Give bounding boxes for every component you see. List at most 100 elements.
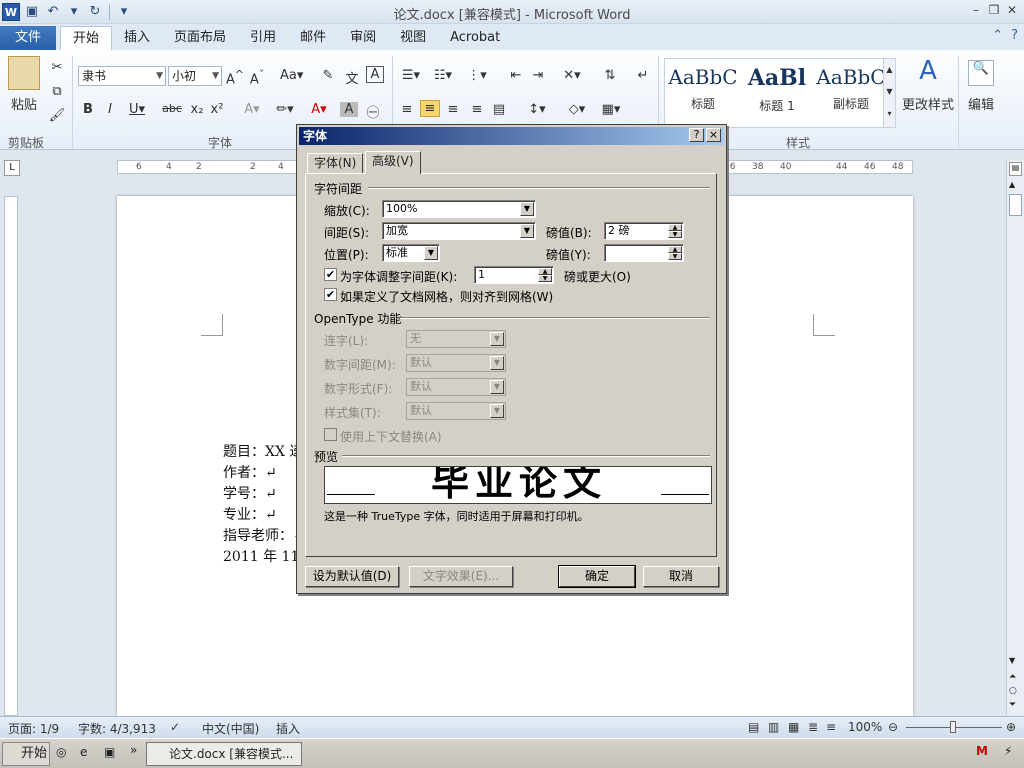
quicklaunch-ie-icon[interactable]: e — [80, 745, 87, 759]
italic-icon[interactable]: I — [102, 102, 118, 117]
zoom-out-icon[interactable]: ⊖ — [888, 720, 898, 734]
styles-scroll-icon[interactable]: ▲ ▼ ▾ — [883, 59, 895, 127]
strikethrough-icon[interactable]: abc — [160, 102, 184, 115]
line-spacing-icon[interactable]: ↕▾ — [524, 102, 550, 117]
subscript-icon[interactable]: x₂ — [188, 102, 206, 117]
font-name-combo[interactable]: 隶书 ▼ — [78, 66, 166, 86]
tray-app-icon[interactable]: M — [976, 744, 988, 758]
set-default-button[interactable]: 设为默认值(D) — [305, 566, 399, 587]
justify-icon[interactable]: ≡ — [468, 102, 486, 117]
scale-select[interactable]: 100% ▼ — [382, 200, 536, 218]
restore-icon[interactable]: ❐ — [986, 2, 1002, 18]
distributed-icon[interactable]: ▤ — [490, 102, 508, 117]
superscript-icon[interactable]: x² — [208, 102, 226, 117]
spacing-select[interactable]: 加宽 ▼ — [382, 222, 536, 240]
char-border-icon[interactable]: A — [366, 66, 384, 83]
vertical-ruler[interactable] — [4, 196, 18, 716]
spacing-by-spinner[interactable]: 2 磅 ▲ ▼ — [604, 222, 684, 240]
enclose-char-icon[interactable]: ㊀ — [364, 102, 382, 121]
scroll-up-icon[interactable]: ▲ — [1009, 180, 1015, 189]
tab-view[interactable]: 视图 — [388, 26, 438, 50]
help-button[interactable]: ? — [689, 128, 704, 142]
zoom-level[interactable]: 100% — [848, 720, 882, 734]
view-outline-icon[interactable]: ≣ — [808, 720, 818, 734]
tab-insert[interactable]: 插入 — [112, 26, 162, 50]
scroll-thumb[interactable] — [1009, 194, 1022, 216]
change-styles-button[interactable]: 更改样式 — [900, 94, 956, 113]
bullets-icon[interactable]: ☰▾ — [398, 68, 424, 83]
kerning-checkbox[interactable]: ✔ — [324, 268, 337, 281]
scroll-down-icon[interactable]: ▼ — [1009, 656, 1015, 665]
ok-button[interactable]: 确定 — [558, 565, 636, 588]
prev-page-icon[interactable]: ⏶ — [1009, 672, 1016, 682]
sort-icon[interactable]: ⇅ — [600, 68, 620, 83]
highlight-icon[interactable]: ✏▾ — [272, 102, 298, 117]
status-language[interactable]: 中文(中国) — [202, 720, 259, 737]
cut-icon[interactable]: ✂ — [48, 60, 66, 75]
align-center-icon[interactable]: ≡ — [420, 100, 440, 117]
status-page[interactable]: 页面: 1/9 — [8, 720, 59, 737]
quicklaunch-more-icon[interactable]: » — [130, 743, 137, 757]
spinner-arrows[interactable]: ▲ ▼ — [668, 246, 682, 260]
minimize-icon[interactable]: – — [968, 2, 984, 18]
editing-button[interactable]: 编辑 — [962, 94, 1000, 113]
status-insert-mode[interactable]: 插入 — [276, 720, 300, 737]
show-marks-icon[interactable]: ↵ — [634, 68, 652, 83]
proofing-icon[interactable]: ✓ — [170, 720, 180, 734]
zoom-in-icon[interactable]: ⊕ — [1006, 720, 1016, 734]
bold-icon[interactable]: B — [80, 102, 96, 117]
minimize-ribbon-icon[interactable]: ⌃ — [992, 28, 1003, 43]
style-heading-1[interactable]: AaBl 标题 1 — [741, 59, 813, 127]
view-draft-icon[interactable]: ≡ — [826, 720, 836, 734]
tab-review[interactable]: 审阅 — [338, 26, 388, 50]
multilevel-list-icon[interactable]: ⋮▾ — [464, 68, 490, 83]
tab-selector[interactable]: L — [4, 160, 20, 176]
phonetic-guide-icon[interactable]: 文 — [342, 68, 362, 87]
task-word-document[interactable]: 论文.docx [兼容模式... — [146, 742, 302, 766]
cancel-button[interactable]: 取消 — [643, 566, 719, 587]
align-right-icon[interactable]: ≡ — [444, 102, 462, 117]
numbering-icon[interactable]: ☷▾ — [430, 68, 456, 83]
asian-layout-icon[interactable]: ✕▾ — [560, 68, 584, 83]
find-icon[interactable]: 🔍 — [968, 60, 994, 86]
align-left-icon[interactable]: ≡ — [398, 102, 416, 117]
quicklaunch-desktop-icon[interactable]: ◎ — [56, 745, 66, 759]
quicklaunch-app-icon[interactable]: ▣ — [104, 745, 115, 759]
help-icon[interactable]: ? — [1011, 28, 1018, 43]
copy-icon[interactable]: ⧉ — [48, 84, 66, 99]
snap-grid-checkbox[interactable]: ✔ — [324, 288, 337, 301]
tab-acrobat[interactable]: Acrobat — [438, 26, 512, 50]
tray-network-icon[interactable]: ⚡ — [1004, 744, 1012, 758]
vertical-scrollbar[interactable]: ▤ ▲ ▼ ⏶ ○ ⏷ — [1006, 160, 1024, 716]
font-color-icon[interactable]: A▾ — [306, 102, 332, 117]
text-effects-icon[interactable]: A▾ — [240, 102, 264, 117]
view-full-screen-icon[interactable]: ▥ — [768, 720, 779, 734]
status-words[interactable]: 字数: 4/3,913 — [78, 720, 156, 737]
shrink-font-icon[interactable]: Aˇ — [248, 68, 266, 87]
borders-icon[interactable]: ▦▾ — [598, 102, 624, 117]
tab-font[interactable]: 字体(N) — [307, 153, 364, 173]
start-button[interactable]: 开始 — [2, 742, 50, 766]
position-select[interactable]: 标准 ▼ — [382, 244, 440, 262]
tab-file[interactable]: 文件 — [0, 26, 56, 50]
view-web-icon[interactable]: ▦ — [788, 720, 799, 734]
view-print-layout-icon[interactable]: ▤ — [748, 720, 759, 734]
style-subtitle[interactable]: AaBbC 副标题 — [815, 59, 887, 127]
spinner-arrows[interactable]: ▲ ▼ — [668, 224, 682, 238]
tab-home[interactable]: 开始 — [60, 26, 113, 50]
clear-format-icon[interactable]: ✎ — [318, 68, 338, 83]
tab-mailings[interactable]: 邮件 — [288, 26, 338, 50]
close-button[interactable]: × — [706, 128, 721, 142]
format-painter-icon[interactable]: 🖌 — [48, 108, 66, 123]
paste-icon[interactable] — [8, 56, 40, 90]
paste-button[interactable]: 粘贴 — [6, 94, 42, 113]
tab-references[interactable]: 引用 — [238, 26, 288, 50]
close-icon[interactable]: ✕ — [1004, 2, 1020, 18]
change-styles-icon[interactable]: A — [908, 56, 948, 86]
browse-object-icon[interactable]: ○ — [1009, 686, 1017, 696]
position-by-spinner[interactable]: ▲ ▼ — [604, 244, 684, 262]
grow-font-icon[interactable]: A^ — [226, 68, 244, 87]
ruler-toggle-icon[interactable]: ▤ — [1009, 162, 1022, 176]
tab-advanced[interactable]: 高级(V) — [365, 151, 421, 174]
spinner-arrows[interactable]: ▲ ▼ — [538, 268, 552, 282]
